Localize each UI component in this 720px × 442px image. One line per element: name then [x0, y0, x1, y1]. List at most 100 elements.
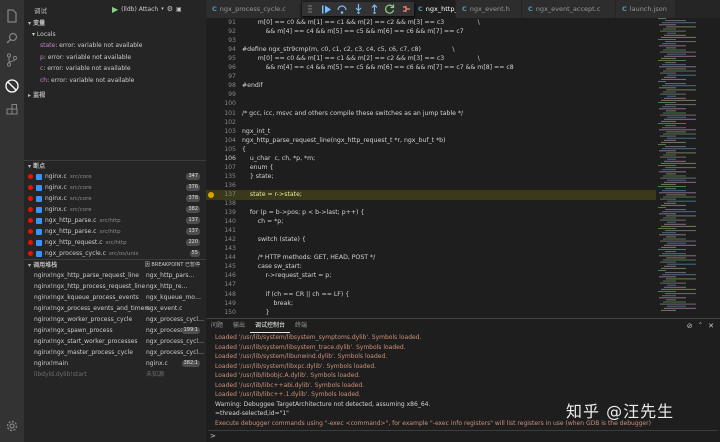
- debug-config-select[interactable]: (lldb) Attach: [121, 6, 158, 13]
- minimap-line: [662, 253, 686, 255]
- editor-tab[interactable]: Cngx_http_parse.c: [412, 0, 482, 18]
- close-panel-icon[interactable]: ✕: [708, 322, 714, 330]
- terminal-icon[interactable]: ▣: [176, 6, 182, 13]
- gear-icon[interactable]: ⚙: [167, 5, 173, 13]
- breakpoints-section-header[interactable]: ▾ 断点: [24, 160, 206, 171]
- maximize-panel-icon[interactable]: ˄: [699, 322, 703, 330]
- breakpoint-dir: src/core: [69, 174, 92, 180]
- minimap-line: [658, 123, 686, 124]
- search-icon[interactable]: [4, 30, 20, 46]
- minimap-line: [661, 309, 676, 311]
- locals-scope[interactable]: ▾ Locals: [24, 29, 206, 40]
- breakpoint-checkbox[interactable]: [36, 173, 42, 180]
- extensions-icon[interactable]: [4, 102, 20, 118]
- callstack-section-header[interactable]: ▾ 调用堆栈 因 BREAKPOINT 已暂停: [24, 259, 206, 270]
- breakpoint-line-badge: 55: [189, 250, 200, 257]
- stack-frame[interactable]: nginx!ngx_http_process_request_line ngx_h…: [24, 281, 206, 292]
- drag-handle-icon[interactable]: [305, 4, 315, 14]
- panel-tab[interactable]: 输出: [228, 319, 250, 333]
- c-file-icon: C: [622, 5, 627, 13]
- settings-gear-icon[interactable]: [4, 418, 20, 434]
- editor-tab[interactable]: Claunch.json: [616, 0, 676, 18]
- step-over-icon[interactable]: [337, 4, 347, 14]
- stack-frame-function: nginx!ngx_kqueue_process_events: [34, 294, 139, 301]
- minimap-line: [659, 213, 676, 215]
- breakpoint-item[interactable]: ngx_http_parse.c src/http 137: [24, 226, 206, 237]
- breakpoint-item[interactable]: ngx_process_cycle.c src/os/unix 55: [24, 248, 206, 259]
- current-line-breakpoint-icon: [208, 191, 214, 198]
- clear-console-icon[interactable]: ⊘: [687, 322, 693, 330]
- minimap-line: [659, 66, 696, 68]
- breakpoint-checkbox[interactable]: [36, 250, 42, 257]
- panel-tab[interactable]: 调试控制台: [250, 319, 291, 333]
- editor-tab[interactable]: Cngx_event_accept.c: [522, 0, 616, 18]
- panel-actions: ⊘ ˄ ✕: [687, 322, 714, 330]
- variable-item[interactable]: p: error: variable not available: [24, 52, 206, 63]
- minimap-line: [663, 217, 676, 219]
- variable-value: : error: variable not available: [55, 42, 143, 49]
- stack-frame[interactable]: nginx!ngx_http_parse_request_line ngx_htt…: [24, 270, 206, 281]
- minimap-line: [666, 215, 696, 217]
- stack-frame[interactable]: nginx!ngx_process_events_and_timers ngx_e…: [24, 303, 206, 314]
- stack-frame[interactable]: nginx!main nginx.c 382:1: [24, 358, 206, 369]
- editor-tab[interactable]: Cngx_event.h: [456, 0, 522, 18]
- breakpoint-item[interactable]: nginx.c src/core 347: [24, 171, 206, 182]
- variables-section-header[interactable]: ▾ 变量: [24, 18, 206, 29]
- breakpoint-line-badge: 376: [186, 184, 200, 191]
- minimap-line: [667, 263, 696, 265]
- breakpoint-file: nginx.c: [45, 173, 67, 180]
- variable-item[interactable]: c: error: variable not available: [24, 63, 206, 74]
- variable-item[interactable]: state: error: variable not available: [24, 40, 206, 51]
- breakpoint-checkbox[interactable]: [36, 206, 42, 213]
- breakpoint-checkbox[interactable]: [36, 228, 42, 235]
- stack-frame[interactable]: nginx!ngx_master_process_cycle ngx_proces…: [24, 347, 206, 358]
- stack-frame[interactable]: nginx!ngx_spawn_process ngx_process.c 199:…: [24, 325, 206, 336]
- minimap-line: [660, 240, 696, 242]
- variable-item[interactable]: ch: error: variable not available: [24, 75, 206, 86]
- start-debug-icon[interactable]: ▶: [112, 5, 118, 14]
- stack-frame[interactable]: nginx!ngx_start_worker_processes ngx_proc…: [24, 336, 206, 347]
- debug-icon[interactable]: [4, 78, 20, 94]
- step-into-icon[interactable]: [353, 4, 363, 14]
- minimap-line: [661, 78, 686, 80]
- minimap-line: [665, 272, 686, 274]
- minimap-line: [663, 112, 686, 114]
- minimap-line: [663, 133, 696, 135]
- stack-frame-file: ngx_kqueue_mo…: [146, 294, 201, 301]
- stack-frame[interactable]: nginx!ngx_kqueue_process_events ngx_kqueu…: [24, 292, 206, 303]
- watch-section-header[interactable]: ▸ 监视: [24, 90, 206, 101]
- watch-title: 监视: [33, 92, 46, 99]
- minimap-line: [664, 244, 696, 246]
- minimap-line: [667, 179, 686, 181]
- chevron-down-icon[interactable]: ▾: [161, 6, 164, 12]
- code-editor[interactable]: 91 m[0] == c0 && m[1] == c1 && m[2] == c…: [206, 18, 656, 318]
- breakpoint-item[interactable]: ngx_http_parse.c src/http 137: [24, 215, 206, 226]
- editor-tab[interactable]: Cngx_process_cycle.c: [206, 0, 302, 18]
- restart-icon[interactable]: [385, 4, 395, 14]
- continue-icon[interactable]: [321, 4, 331, 14]
- panel-tab[interactable]: 终端: [290, 319, 312, 333]
- source-control-icon[interactable]: [4, 52, 20, 68]
- breakpoint-item[interactable]: ngx_http_request.c src/http 220: [24, 237, 206, 248]
- minimap-line: [661, 225, 696, 227]
- tab-label: launch.json: [629, 5, 667, 13]
- stack-frame[interactable]: nginx!ngx_worker_process_cycle ngx_proces…: [24, 314, 206, 325]
- breakpoint-item[interactable]: nginx.c src/core 376: [24, 182, 206, 193]
- files-icon[interactable]: [4, 8, 20, 24]
- minimap-line: [665, 62, 676, 64]
- breakpoint-checkbox[interactable]: [36, 184, 42, 191]
- minimap[interactable]: [656, 18, 720, 318]
- breakpoint-checkbox[interactable]: [36, 239, 42, 246]
- minimap-line: [659, 192, 696, 194]
- breakpoint-checkbox[interactable]: [36, 195, 42, 202]
- breakpoint-item[interactable]: nginx.c src/core 382: [24, 204, 206, 215]
- console-input[interactable]: >: [208, 430, 718, 440]
- stack-frame-function: nginx!ngx_spawn_process: [34, 327, 113, 334]
- stack-frame[interactable]: libdyld.dylib!start 未知源: [24, 369, 206, 380]
- step-out-icon[interactable]: [369, 4, 379, 14]
- minimap-line: [667, 116, 686, 118]
- breakpoint-checkbox[interactable]: [36, 217, 42, 224]
- disconnect-icon[interactable]: [401, 4, 411, 14]
- breakpoint-item[interactable]: nginx.c src/core 378: [24, 193, 206, 204]
- panel-tab[interactable]: 问题: [206, 319, 228, 333]
